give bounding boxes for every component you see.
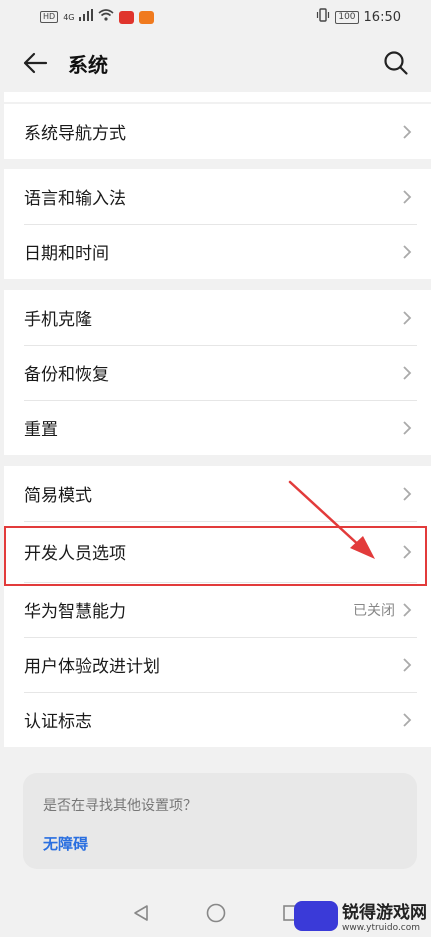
accessibility-link[interactable]: 无障碍 xyxy=(43,833,397,854)
settings-item-label: 语言和输入法 xyxy=(24,189,126,209)
settings-item-backup-restore[interactable]: 备份和恢复 xyxy=(4,345,431,400)
settings-item-date-time[interactable]: 日期和时间 xyxy=(4,224,431,279)
status-bar: HD 4G 100 16:50 xyxy=(0,0,431,34)
settings-group-3: 手机克隆 备份和恢复 重置 xyxy=(4,290,431,455)
nav-home-button[interactable] xyxy=(178,902,253,924)
chevron-right-icon xyxy=(401,309,413,327)
app-notification-icon xyxy=(139,10,155,24)
search-button[interactable] xyxy=(381,48,411,78)
watermark-title: 锐得游戏网 xyxy=(342,903,427,923)
settings-item-label: 用户体验改进计划 xyxy=(24,657,160,677)
status-left: HD 4G xyxy=(40,9,155,25)
chevron-right-icon xyxy=(401,485,413,503)
settings-group-1: 系统导航方式 xyxy=(4,104,431,159)
settings-item-label: 系统导航方式 xyxy=(24,124,126,144)
vibrate-icon xyxy=(316,8,330,26)
settings-item-label: 手机克隆 xyxy=(24,310,92,330)
settings-item-system-navigation[interactable]: 系统导航方式 xyxy=(4,104,431,159)
settings-item-developer-options[interactable]: 开发人员选项 xyxy=(4,521,431,582)
settings-item-label: 开发人员选项 xyxy=(24,544,126,564)
settings-item-label: 备份和恢复 xyxy=(24,365,109,385)
status-time: 16:50 xyxy=(363,9,401,25)
settings-item-huawei-intelligence[interactable]: 华为智慧能力 已关闭 xyxy=(4,582,431,637)
arrow-left-icon xyxy=(23,52,48,74)
chevron-right-icon xyxy=(401,656,413,674)
settings-item-simple-mode[interactable]: 简易模式 xyxy=(4,466,431,521)
search-icon xyxy=(384,51,408,75)
settings-item-label: 重置 xyxy=(24,420,58,440)
chevron-right-icon xyxy=(401,188,413,206)
page-title: 系统 xyxy=(68,52,108,77)
circle-home-icon xyxy=(206,903,225,922)
status-right: 100 16:50 xyxy=(316,8,401,26)
suggestion-question: 是否在寻找其他设置项？ xyxy=(43,798,197,814)
settings-item-user-experience[interactable]: 用户体验改进计划 xyxy=(4,637,431,692)
site-watermark: 锐得游戏网 www.ytruido.com xyxy=(294,898,427,933)
triangle-back-icon xyxy=(133,904,148,921)
settings-item-label: 简易模式 xyxy=(24,486,92,506)
app-bar: 系统 xyxy=(0,34,431,92)
signal-icon xyxy=(79,9,94,25)
settings-item-value: 已关闭 xyxy=(353,602,395,619)
nav-back-button[interactable] xyxy=(103,903,178,923)
settings-group-4: 简易模式 开发人员选项 华为智慧能力 已关闭 用户体验改进计划 认证标志 xyxy=(4,466,431,747)
chevron-right-icon xyxy=(401,364,413,382)
settings-item-reset[interactable]: 重置 xyxy=(4,400,431,455)
app-notification-icon xyxy=(119,10,135,24)
watermark-logo-icon xyxy=(294,900,338,931)
settings-item-certification[interactable]: 认证标志 xyxy=(4,692,431,747)
settings-item-label: 认证标志 xyxy=(24,712,92,732)
chevron-right-icon xyxy=(401,419,413,437)
scrolled-card-edge xyxy=(4,92,431,102)
settings-group-2: 语言和输入法 日期和时间 xyxy=(4,169,431,279)
watermark-url: www.ytruido.com xyxy=(342,923,421,933)
chevron-right-icon xyxy=(401,711,413,729)
chevron-right-icon xyxy=(401,601,413,619)
chevron-right-icon xyxy=(401,123,413,141)
back-button[interactable] xyxy=(20,48,50,78)
hd-tag: HD xyxy=(40,11,59,23)
settings-item-language-input[interactable]: 语言和输入法 xyxy=(4,169,431,224)
settings-item-label: 华为智慧能力 xyxy=(24,602,126,622)
settings-item-phone-clone[interactable]: 手机克隆 xyxy=(4,290,431,345)
settings-screen: HD 4G 100 16:50 系统 系统导航方式 语言和输入法 日期和时间 手… xyxy=(0,0,431,937)
signal-tag: 4G xyxy=(63,12,75,22)
wifi-icon xyxy=(98,9,115,25)
settings-item-label: 日期和时间 xyxy=(24,244,109,264)
chevron-right-icon xyxy=(401,543,413,561)
suggestion-card: 是否在寻找其他设置项？ 无障碍 xyxy=(23,773,417,869)
chevron-right-icon xyxy=(401,243,413,261)
battery-icon: 100 xyxy=(335,10,359,24)
watermark-text: 锐得游戏网 www.ytruido.com xyxy=(342,898,427,933)
